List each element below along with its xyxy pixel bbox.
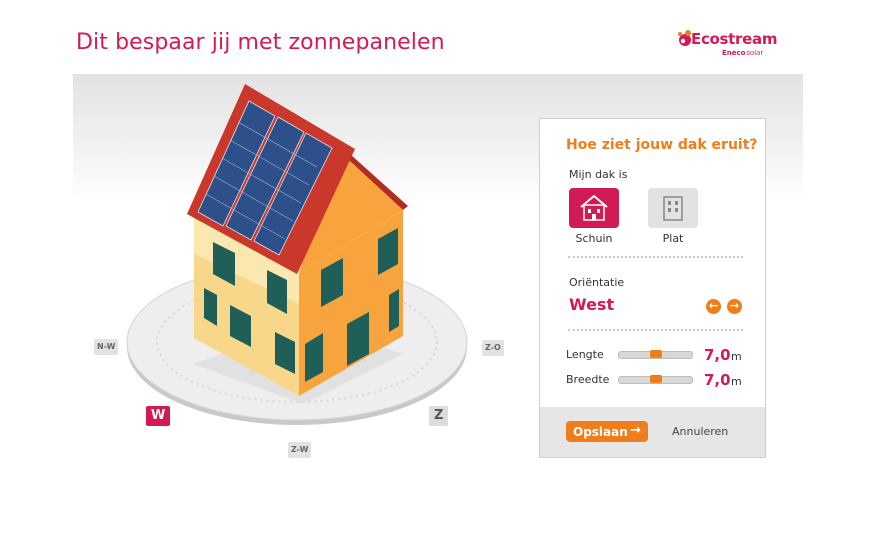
roof-option-schuin-label: Schuin xyxy=(575,232,613,245)
compass-label-z[interactable]: Z xyxy=(429,406,449,426)
logo-subbrand: Eneco solar xyxy=(722,49,764,57)
width-unit: m xyxy=(731,375,742,388)
compass-label-w[interactable]: W xyxy=(146,406,171,426)
roof-type-label: Mijn dak is xyxy=(569,168,628,181)
width-slider-thumb[interactable] xyxy=(649,375,662,383)
compass-label-nw[interactable]: N-W xyxy=(94,339,119,355)
compass-label-zo[interactable]: Z-O xyxy=(482,340,504,356)
orientation-next-button[interactable]: → xyxy=(727,299,742,314)
page-title: Dit bespaar jij met zonnepanelen xyxy=(76,30,445,55)
width-value: 7,0 xyxy=(704,371,731,389)
cancel-link[interactable]: Annuleren xyxy=(672,425,728,438)
save-button[interactable]: Opslaan → xyxy=(566,421,648,442)
flat-roof-building-icon xyxy=(663,196,683,221)
orientation-label: Oriëntatie xyxy=(569,276,625,289)
width-slider[interactable] xyxy=(618,375,693,384)
divider xyxy=(568,256,743,258)
pitched-roof-house-icon xyxy=(580,194,608,221)
panel-footer: Opslaan → Annuleren xyxy=(540,407,765,457)
roof-option-plat[interactable] xyxy=(648,188,698,228)
divider xyxy=(568,329,743,331)
panel-heading: Hoe ziet jouw dak eruit? xyxy=(566,137,758,153)
length-slider[interactable] xyxy=(618,350,693,359)
roof-option-schuin[interactable] xyxy=(569,188,619,228)
length-value: 7,0 xyxy=(704,346,731,364)
orientation-value: West xyxy=(569,295,615,314)
length-label: Lengte xyxy=(566,348,604,361)
ecostream-logo: Ecostream Eneco solar xyxy=(676,26,786,62)
compass-label-zw[interactable]: Z-W xyxy=(288,442,312,458)
length-slider-thumb[interactable] xyxy=(649,350,662,358)
logo-name: Ecostream xyxy=(691,30,778,48)
orientation-prev-button[interactable]: ← xyxy=(706,299,721,314)
roof-option-plat-label: Plat xyxy=(662,232,684,245)
width-label: Breedte xyxy=(566,373,610,386)
arrow-right-icon: → xyxy=(630,423,641,438)
roof-settings-panel: Hoe ziet jouw dak eruit? Mijn dak is Sch… xyxy=(539,118,766,458)
length-unit: m xyxy=(731,350,742,363)
